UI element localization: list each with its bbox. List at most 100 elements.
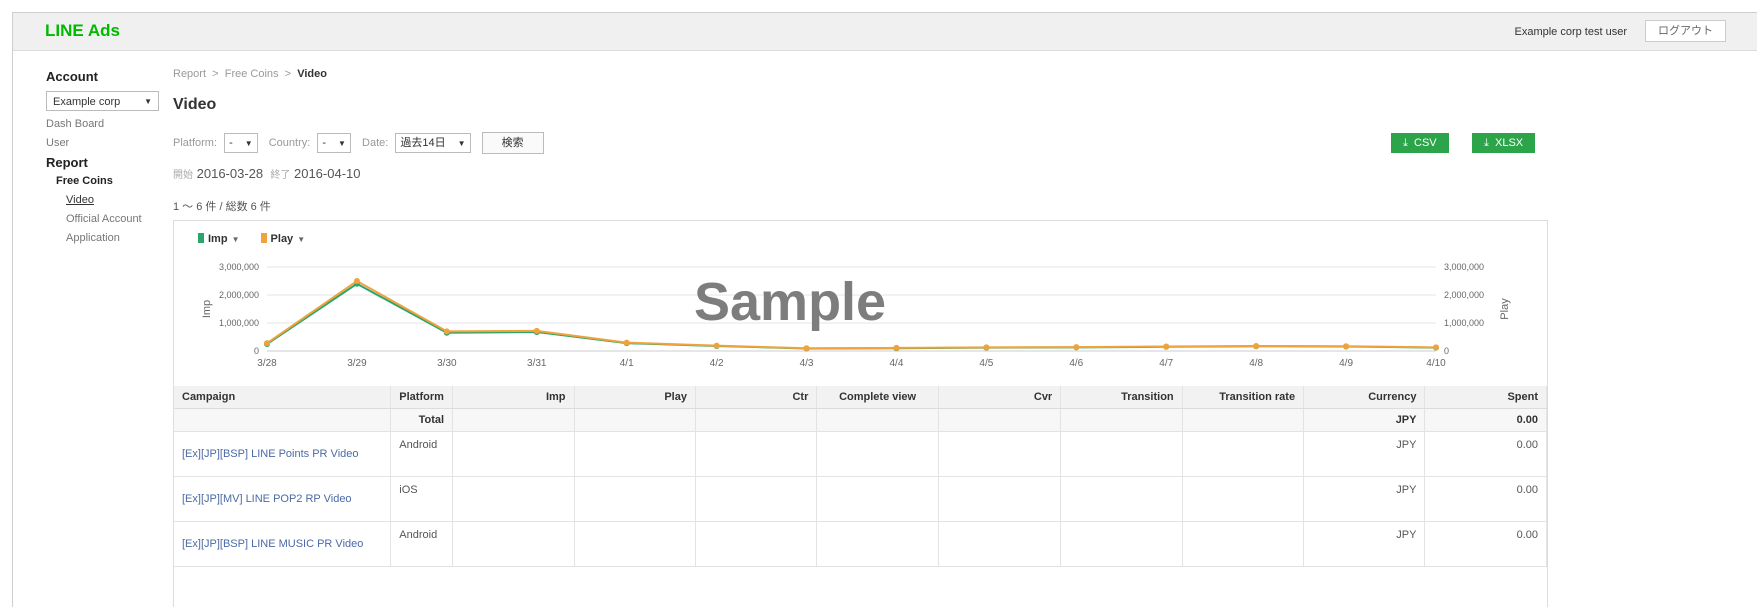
chevron-down-icon: ▼ <box>244 139 253 148</box>
row-platform: Android <box>390 521 454 567</box>
platform-select[interactable]: - ▼ <box>224 133 258 153</box>
cell <box>452 476 575 522</box>
sidebar-item-video[interactable]: Video <box>66 194 166 206</box>
row-platform: iOS <box>390 476 454 522</box>
x-tick-label: 4/4 <box>890 358 904 369</box>
cell <box>938 431 1062 477</box>
y-tick-right: 1,000,000 <box>1444 318 1484 328</box>
start-label: 開始 <box>173 170 193 181</box>
breadcrumb-current: Video <box>297 68 327 80</box>
data-point-play <box>1433 344 1439 351</box>
x-tick-label: 3/31 <box>527 358 547 369</box>
col-currency[interactable]: Currency <box>1303 386 1426 409</box>
data-point-play <box>264 340 270 347</box>
top-header: LINE Ads Example corp test user ログアウト <box>13 13 1757 51</box>
search-button[interactable]: 検索 <box>481 132 544 154</box>
x-tick-label: 4/5 <box>979 358 993 369</box>
col-platform[interactable]: Platform <box>390 386 454 409</box>
cell <box>1182 521 1305 567</box>
col-transition-rate[interactable]: Transition rate <box>1182 386 1305 409</box>
y-tick-left: 0 <box>254 346 259 356</box>
cell <box>938 521 1062 567</box>
cell <box>938 476 1062 522</box>
country-select[interactable]: - ▼ <box>317 133 351 153</box>
chevron-down-icon: ▼ <box>144 97 152 106</box>
logout-button[interactable]: ログアウト <box>1645 20 1726 42</box>
sidebar-item-official-account[interactable]: Official Account <box>66 213 166 225</box>
y-tick-right: 3,000,000 <box>1444 262 1484 272</box>
cell <box>1182 476 1305 522</box>
campaign-link[interactable]: [Ex][JP][BSP] LINE MUSIC PR Video <box>182 538 363 550</box>
xlsx-download-button[interactable]: ⤓ XLSX <box>1472 133 1536 153</box>
y-axis-label-left: Imp <box>201 300 213 318</box>
account-select-value: Example corp <box>53 96 121 108</box>
sidebar: Account Example corp ▼ Dash Board User R… <box>46 69 166 244</box>
cell <box>816 476 939 522</box>
x-tick-label: 4/8 <box>1249 358 1263 369</box>
date-label: Date: <box>362 136 389 149</box>
country-select-value: - <box>322 137 327 149</box>
cell <box>816 521 939 567</box>
cell <box>1060 521 1183 567</box>
total-cell-empty <box>816 408 939 432</box>
data-point-play <box>533 327 540 334</box>
breadcrumb-separator: > <box>284 68 292 80</box>
date-select[interactable]: 過去14日 ▼ <box>395 133 471 153</box>
row-spent: 0.00 <box>1424 521 1547 567</box>
col-ctr[interactable]: Ctr <box>695 386 818 409</box>
row-spent: 0.00 <box>1424 476 1547 522</box>
total-row: Total JPY 0.00 <box>174 408 1547 432</box>
total-cell-empty <box>1060 408 1183 432</box>
total-cell-empty <box>1182 408 1305 432</box>
y-tick-left: 1,000,000 <box>219 318 259 328</box>
report-panel: Imp ▼ Play ▼ 0 0 1,000,000 1,000,000 2,000,000… <box>173 220 1548 607</box>
csv-label: CSV <box>1414 137 1437 149</box>
platform-select-value: - <box>229 137 233 149</box>
data-point-play <box>623 339 630 346</box>
row-spent: 0.00 <box>1424 431 1547 477</box>
sidebar-item-application[interactable]: Application <box>66 232 166 244</box>
sidebar-item-user[interactable]: User <box>46 137 166 149</box>
line-ads-logo[interactable]: LINE Ads <box>45 21 120 41</box>
x-tick-label: 3/29 <box>347 358 367 369</box>
total-cell-empty <box>174 408 392 432</box>
breadcrumb-report[interactable]: Report <box>173 68 206 80</box>
cell <box>695 476 818 522</box>
campaign-link[interactable]: [Ex][JP][MV] LINE POP2 RP Video <box>182 493 352 505</box>
row-currency: JPY <box>1303 476 1426 522</box>
y-axis-label-right: Play <box>1499 298 1511 320</box>
col-play[interactable]: Play <box>574 386 696 409</box>
end-label: 終了 <box>270 170 291 181</box>
x-tick-label: 3/30 <box>437 358 457 369</box>
campaign-link[interactable]: [Ex][JP][BSP] LINE Points PR Video <box>182 448 359 460</box>
row-platform: Android <box>390 431 454 477</box>
page-title: Video <box>173 96 217 113</box>
xlsx-label: XLSX <box>1495 137 1524 149</box>
data-point-play <box>1073 344 1080 351</box>
cell <box>452 521 575 567</box>
filter-bar: Platform: - ▼ Country: - ▼ Date: 過去14日 ▼ 検索 <box>173 132 544 154</box>
sidebar-item-dashboard[interactable]: Dash Board <box>46 118 166 130</box>
data-point-play <box>353 278 360 284</box>
report-heading: Report <box>46 155 88 170</box>
col-complete-view[interactable]: Complete view <box>816 386 939 409</box>
breadcrumb-free-coins[interactable]: Free Coins <box>225 68 279 80</box>
col-imp[interactable]: Imp <box>452 386 575 409</box>
cell <box>574 476 696 522</box>
col-campaign[interactable]: Campaign <box>174 386 392 409</box>
y-tick-right: 0 <box>1444 346 1449 356</box>
chevron-down-icon: ▼ <box>338 139 346 148</box>
start-date: 2016-03-28 <box>196 166 264 181</box>
total-spent: 0.00 <box>1424 408 1547 432</box>
download-icon: ⤓ <box>1403 137 1408 149</box>
csv-download-button[interactable]: ⤓ CSV <box>1391 133 1449 153</box>
result-count: 1 ～ 6 件 / 総数 6 件 <box>173 201 271 213</box>
account-select[interactable]: Example corp ▼ <box>46 91 159 111</box>
col-spent[interactable]: Spent <box>1424 386 1547 409</box>
col-transition[interactable]: Transition <box>1060 386 1183 409</box>
col-cvr[interactable]: Cvr <box>938 386 1062 409</box>
cell <box>452 431 575 477</box>
table-header-row: Campaign Platform Imp Play Ctr Complete … <box>174 386 1547 409</box>
x-tick-label: 4/6 <box>1069 358 1083 369</box>
cell <box>1060 476 1183 522</box>
